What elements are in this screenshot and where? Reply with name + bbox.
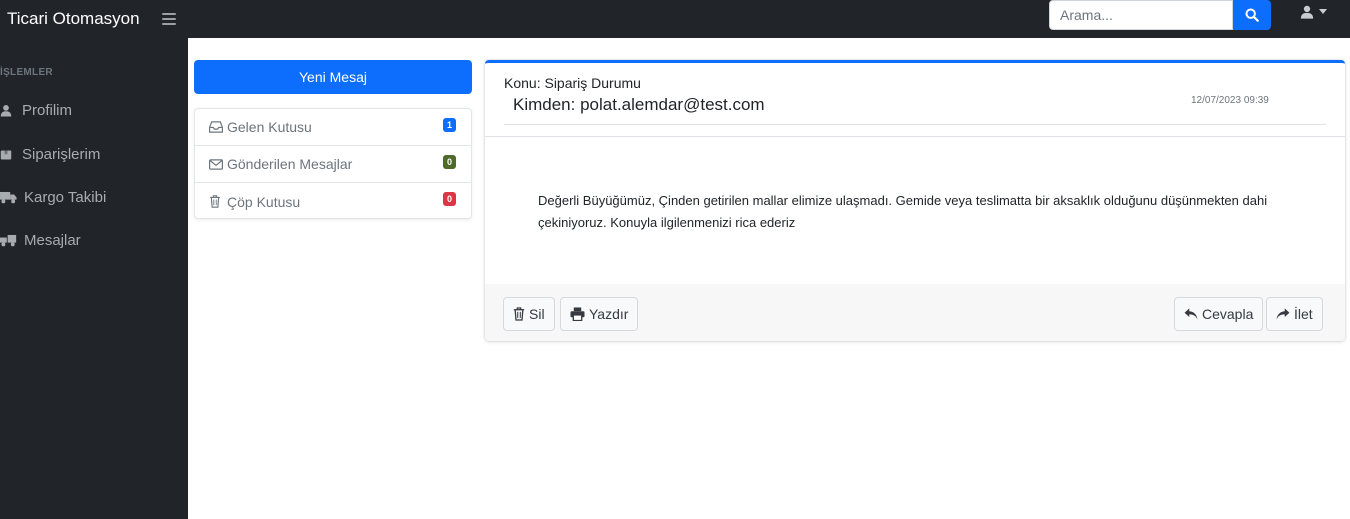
print-button[interactable]: Yazdır xyxy=(560,297,639,331)
search-icon xyxy=(1245,8,1259,22)
search-input[interactable] xyxy=(1049,0,1233,30)
sidebar-item-siparislerim[interactable]: Siparişlerim xyxy=(0,146,100,163)
message-card: Konu: Sipariş Durumu Kimden: polat.alemd… xyxy=(485,60,1345,341)
forward-label: İlet xyxy=(1294,306,1313,322)
message-sender: Kimden: polat.alemdar@test.com xyxy=(513,95,765,114)
reply-button[interactable]: Cevapla xyxy=(1174,297,1264,331)
sidebar-item-kargo-takibi[interactable]: Kargo Takibi xyxy=(0,189,106,206)
print-icon xyxy=(570,307,585,321)
sidebar-item-label: Profilim xyxy=(22,102,73,119)
user-menu[interactable] xyxy=(1300,5,1327,19)
app-title[interactable]: Ticari Otomasyon xyxy=(0,9,160,29)
sidebar-item-label: Siparişlerim xyxy=(22,146,101,163)
search-group xyxy=(1049,0,1271,30)
sidebar-item-profilim[interactable]: Profilim xyxy=(0,102,72,119)
truck-icon xyxy=(0,191,18,205)
sidebar-heading: İŞLEMLER xyxy=(0,67,53,78)
trash-icon xyxy=(513,307,525,321)
trash-count-badge: 0 xyxy=(443,192,456,206)
top-navbar: Ticari Otomasyon xyxy=(0,0,1350,38)
envelope-icon xyxy=(209,157,223,171)
sidebar-toggle-icon[interactable] xyxy=(162,13,176,25)
folder-label: Gelen Kutusu xyxy=(227,119,312,135)
folder-trash[interactable]: Çöp Kutusu 0 xyxy=(195,183,471,220)
print-label: Yazdır xyxy=(589,306,629,322)
delete-button[interactable]: Sil xyxy=(503,297,555,331)
user-icon xyxy=(1300,5,1314,19)
inbox-icon xyxy=(209,120,223,134)
new-message-button[interactable]: Yeni Mesaj xyxy=(194,60,472,94)
user-icon xyxy=(0,104,16,118)
sidebar-item-label: Mesajlar xyxy=(24,232,81,249)
caret-down-icon xyxy=(1319,9,1327,14)
message-date: 12/07/2023 09:39 xyxy=(1191,95,1269,106)
delete-label: Sil xyxy=(529,306,545,322)
folder-inbox[interactable]: Gelen Kutusu 1 xyxy=(195,109,471,146)
folder-label: Çöp Kutusu xyxy=(227,193,301,210)
divider xyxy=(504,124,1326,125)
sent-count-badge: 0 xyxy=(443,155,456,169)
forward-icon xyxy=(1276,308,1290,320)
search-button[interactable] xyxy=(1233,0,1271,30)
box-icon xyxy=(0,148,16,162)
reply-icon xyxy=(1184,308,1198,320)
sidebar-item-label: Kargo Takibi xyxy=(24,189,107,206)
folder-label: Gönderilen Mesajlar xyxy=(227,156,353,172)
forward-button[interactable]: İlet xyxy=(1266,297,1323,331)
sidebar: İŞLEMLER Profilim Siparişlerim Kargo Tak… xyxy=(0,38,188,519)
folder-sent[interactable]: Gönderilen Mesajlar 0 xyxy=(195,146,471,183)
message-subject: Konu: Sipariş Durumu xyxy=(504,75,641,91)
trash-icon xyxy=(209,195,223,209)
reply-label: Cevapla xyxy=(1202,306,1254,322)
folder-list: Gelen Kutusu 1 Gönderilen Mesajlar 0 Çöp… xyxy=(194,108,472,219)
message-actions: Sil Yazdır Cevapla İlet xyxy=(485,284,1345,341)
message-header: Konu: Sipariş Durumu Kimden: polat.alemd… xyxy=(485,63,1345,137)
unread-count-badge: 1 xyxy=(443,118,456,132)
truck-loading-icon xyxy=(0,234,18,248)
message-body: Değerli Büyüğümüz, Çinden getirilen mall… xyxy=(538,193,1268,230)
sidebar-item-mesajlar[interactable]: Mesajlar xyxy=(0,232,81,249)
